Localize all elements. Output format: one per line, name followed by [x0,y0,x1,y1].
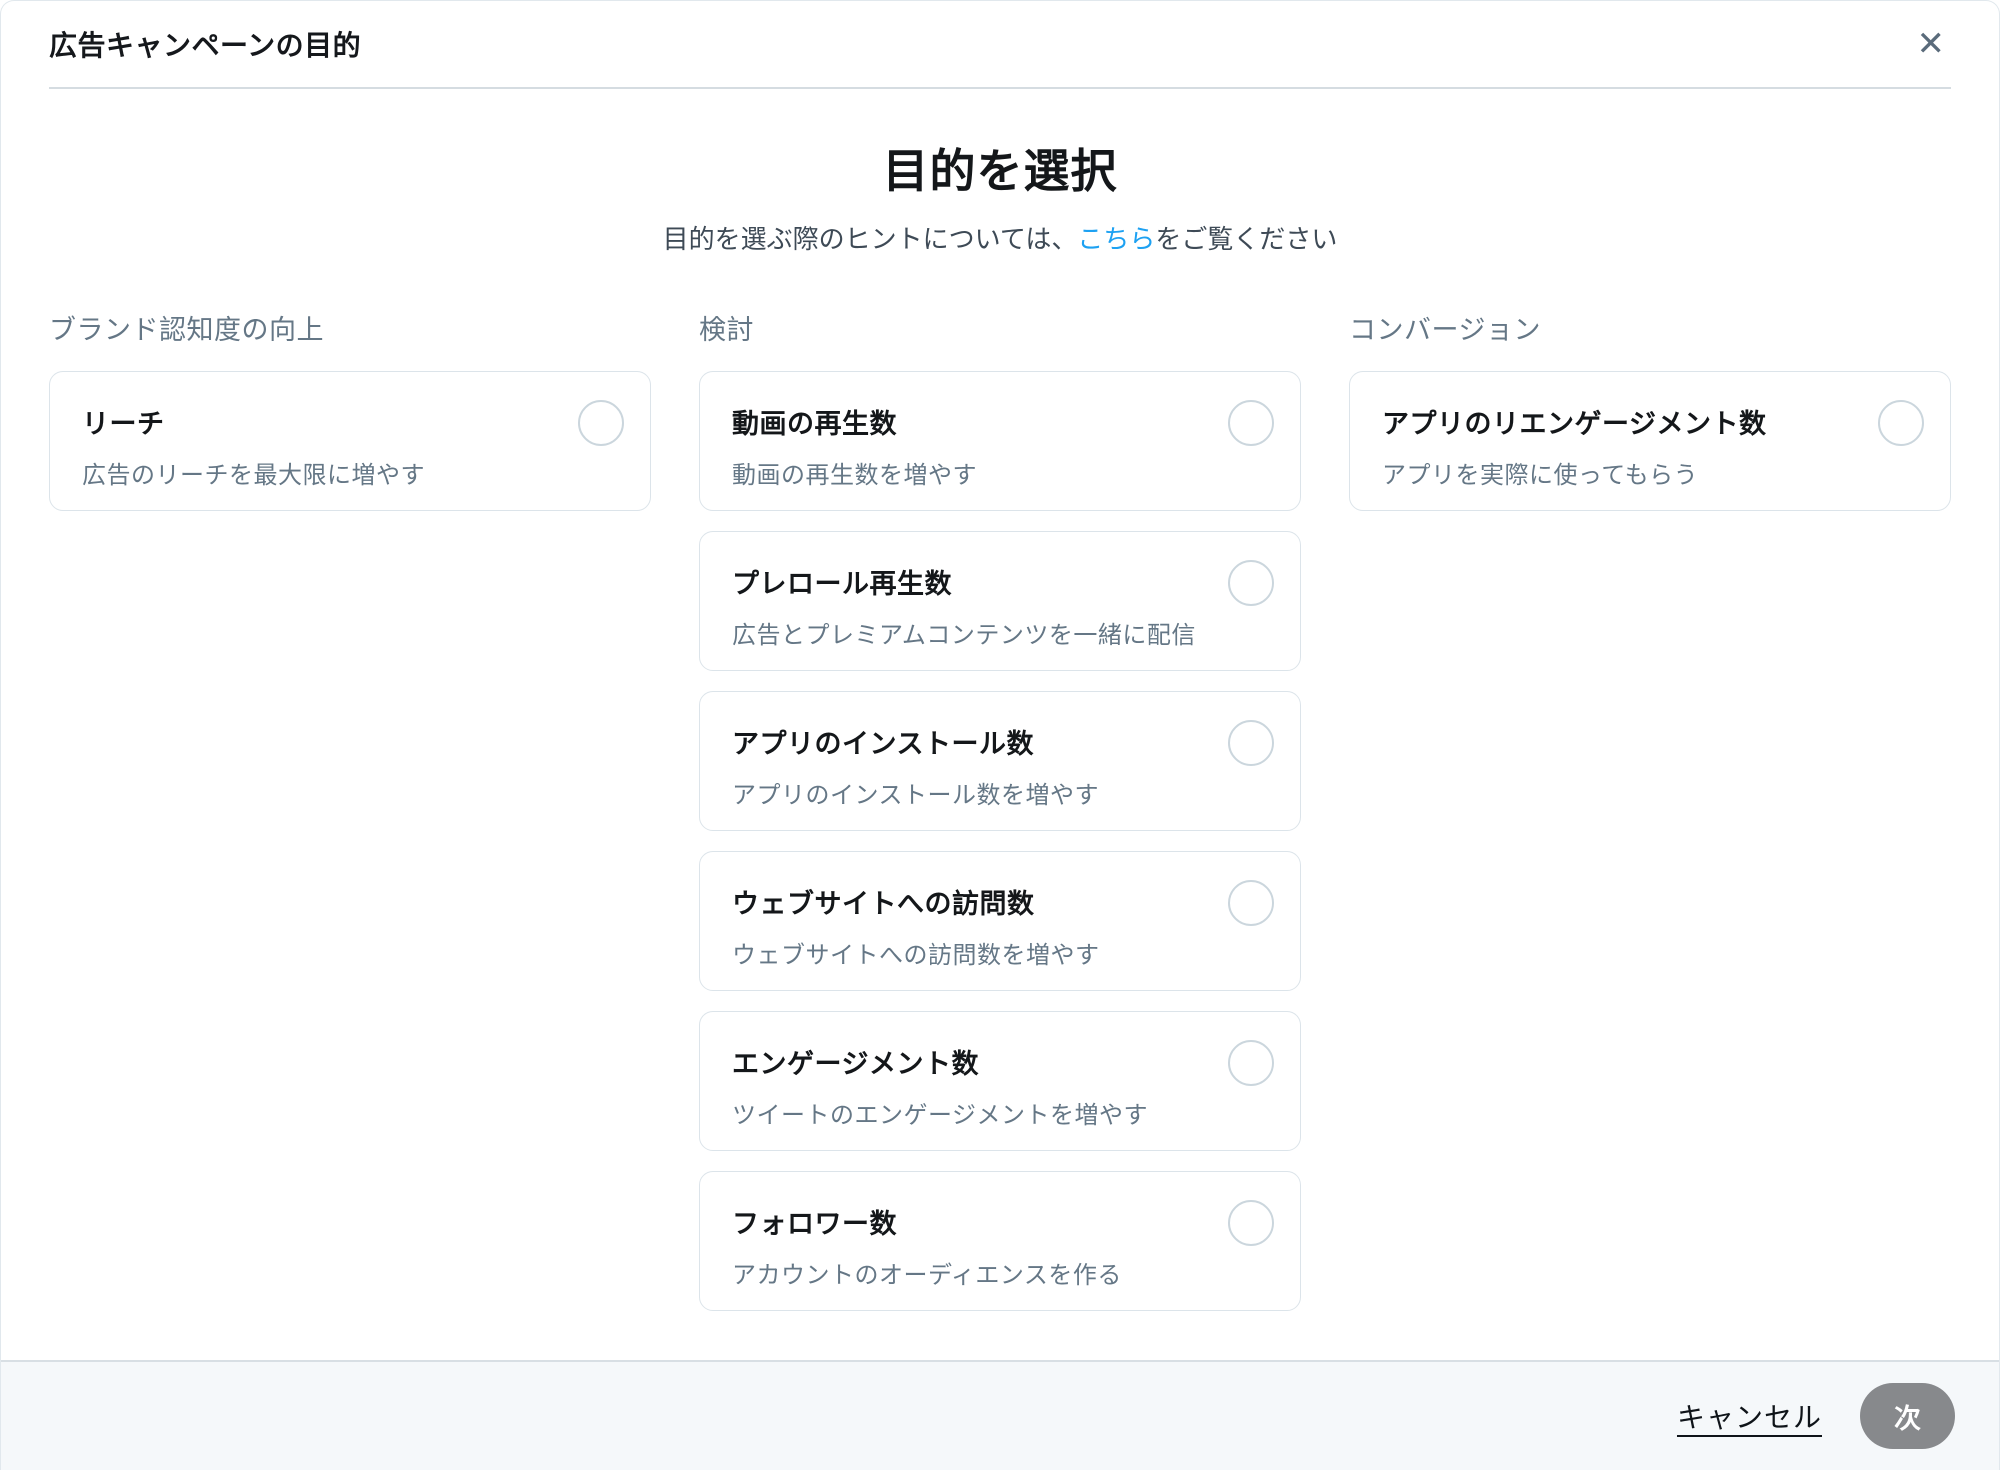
cancel-button[interactable]: キャンセル [1677,1396,1822,1436]
close-icon[interactable]: ✕ [1911,25,1952,63]
objective-card-followers[interactable]: フォロワー数 アカウントのオーディエンスを作る [699,1171,1301,1311]
objective-card-title: プレロール再生数 [732,562,1210,601]
objective-card-description: アプリを実際に使ってもらう [1382,455,1860,490]
objective-card-app-installs[interactable]: アプリのインストール数 アプリのインストール数を増やす [699,691,1301,831]
column-heading-consideration: 検討 [699,308,1301,347]
objective-card-description: アプリのインストール数を増やす [732,775,1210,810]
objective-card-description: ウェブサイトへの訪問数を増やす [732,935,1210,970]
dialog-title: 広告キャンペーンの目的 [49,24,361,64]
objective-card-engagements[interactable]: エンゲージメント数 ツイートのエンゲージメントを増やす [699,1011,1301,1151]
objective-radio[interactable] [1228,1200,1274,1246]
objective-card-description: 広告のリーチを最大限に増やす [82,455,560,490]
objective-card-reach[interactable]: リーチ 広告のリーチを最大限に増やす [49,371,651,511]
objective-radio[interactable] [578,400,624,446]
title-block: 目的を選択 目的を選ぶ際のヒントについては、こちらをご覧ください [1,135,1999,256]
objective-card-preroll-views[interactable]: プレロール再生数 広告とプレミアムコンテンツを一緒に配信 [699,531,1301,671]
objective-card-website-visits[interactable]: ウェブサイトへの訪問数 ウェブサイトへの訪問数を増やす [699,851,1301,991]
objective-radio[interactable] [1228,1040,1274,1086]
objective-radio[interactable] [1228,560,1274,606]
objective-card-title: ウェブサイトへの訪問数 [732,882,1210,921]
objective-card-title: リーチ [82,402,560,441]
objective-card-description: アカウントのオーディエンスを作る [732,1255,1210,1290]
objective-card-title: アプリのインストール数 [732,722,1210,761]
objective-card-description: 広告とプレミアムコンテンツを一緒に配信 [732,615,1210,650]
objective-card-title: フォロワー数 [732,1202,1210,1241]
campaign-objective-dialog: 広告キャンペーンの目的 ✕ 目的を選択 目的を選ぶ際のヒントについては、こちらを… [0,0,2000,1470]
hint-link[interactable]: こちら [1077,224,1155,254]
objective-card-description: ツイートのエンゲージメントを増やす [732,1095,1210,1130]
page-subtitle: 目的を選ぶ際のヒントについては、こちらをご覧ください [1,219,1999,256]
column-consideration: 検討 動画の再生数 動画の再生数を増やす プレロール再生数 広告とプレミアムコン… [699,308,1301,1311]
subtitle-text-before: 目的を選ぶ際のヒントについては、 [663,224,1078,254]
dialog-footer: キャンセル 次 [1,1360,1999,1470]
objective-radio[interactable] [1228,400,1274,446]
next-button[interactable]: 次 [1860,1383,1955,1449]
column-awareness: ブランド認知度の向上 リーチ 広告のリーチを最大限に増やす [49,308,651,511]
objective-radio[interactable] [1228,720,1274,766]
objective-radio[interactable] [1228,880,1274,926]
column-heading-conversion: コンバージョン [1349,308,1951,347]
objective-radio[interactable] [1878,400,1924,446]
objective-card-title: 動画の再生数 [732,402,1210,441]
objective-card-title: エンゲージメント数 [732,1042,1210,1081]
objective-card-app-reengagements[interactable]: アプリのリエンゲージメント数 アプリを実際に使ってもらう [1349,371,1951,511]
dialog-header: 広告キャンペーンの目的 ✕ [1,1,1999,89]
column-conversion: コンバージョン アプリのリエンゲージメント数 アプリを実際に使ってもらう [1349,308,1951,511]
objective-card-video-views[interactable]: 動画の再生数 動画の再生数を増やす [699,371,1301,511]
column-heading-awareness: ブランド認知度の向上 [49,308,651,347]
objective-columns: ブランド認知度の向上 リーチ 広告のリーチを最大限に増やす 検討 動画の再生数 … [1,308,1999,1360]
page-title: 目的を選択 [1,135,1999,201]
objective-card-title: アプリのリエンゲージメント数 [1382,402,1860,441]
objective-card-description: 動画の再生数を増やす [732,455,1210,490]
subtitle-text-after: をご覧ください [1155,224,1337,254]
